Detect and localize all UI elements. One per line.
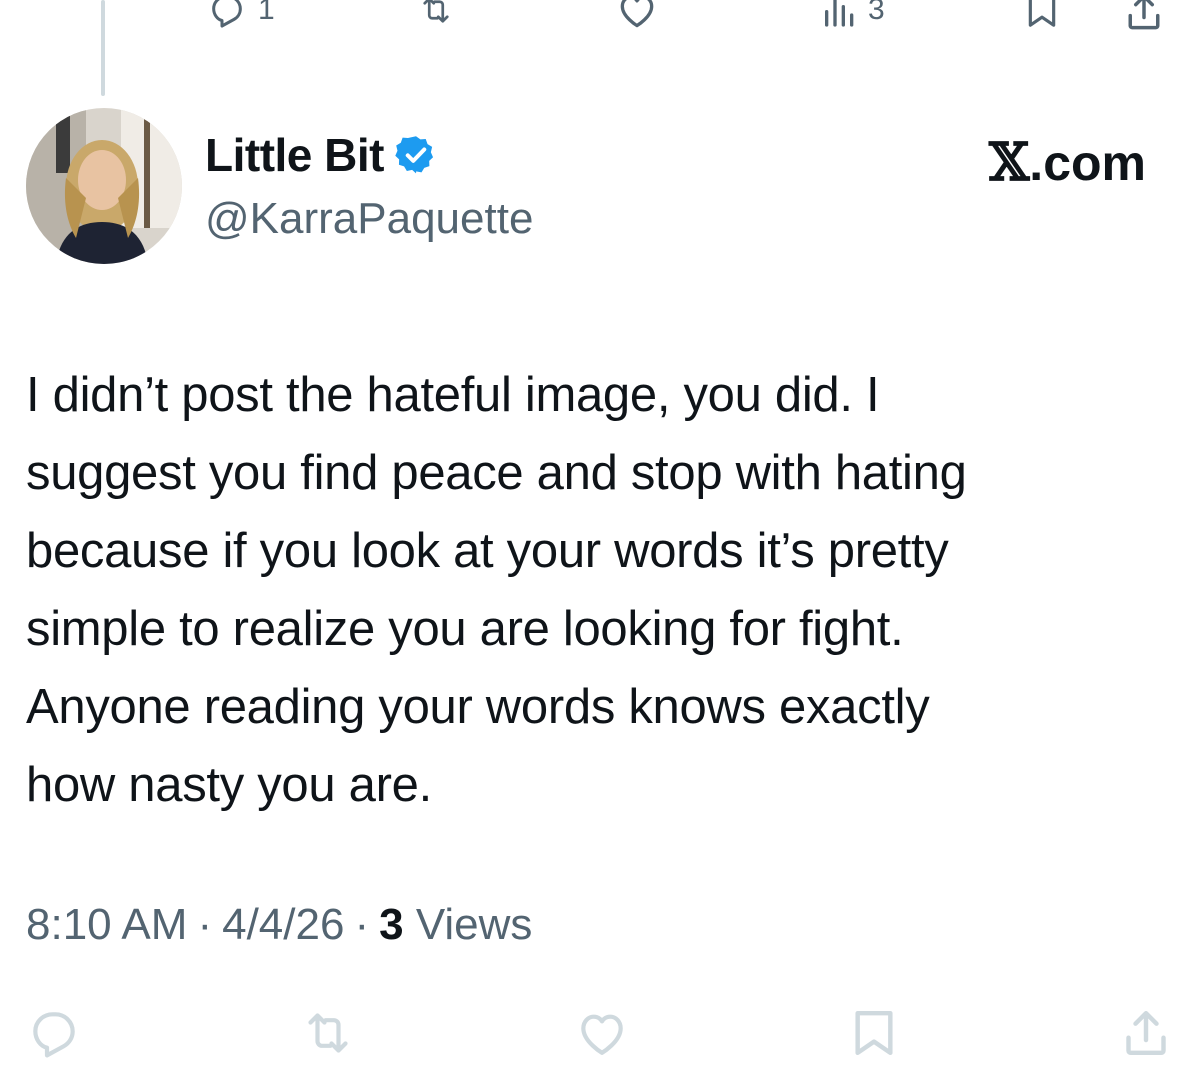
bookmark-action[interactable] <box>1022 0 1062 32</box>
author-name-row[interactable]: Little Bit <box>205 128 438 182</box>
bookmark-icon <box>855 1010 893 1056</box>
retweet-icon <box>423 0 449 23</box>
tweet-meta: 8:10 AM · 4/4/26 · 3 Views <box>26 900 532 950</box>
tweet-text: I didn’t post the hateful image, you did… <box>26 368 967 812</box>
reply-count: 1 <box>258 0 275 26</box>
tweet-time[interactable]: 8:10 AM <box>26 900 187 950</box>
share-icon <box>1126 1010 1166 1056</box>
author-display-name[interactable]: Little Bit <box>205 128 384 182</box>
avatar[interactable] <box>26 108 182 264</box>
author-handle[interactable]: @KarraPaquette <box>205 194 533 244</box>
reply-icon <box>33 1012 75 1058</box>
views-action[interactable]: 3 <box>820 0 885 30</box>
retweet-action-bottom[interactable] <box>300 1005 356 1066</box>
tweet-views-count: 3 <box>379 900 404 949</box>
like-action-bottom[interactable] <box>572 1005 632 1066</box>
meta-separator: · <box>354 900 370 949</box>
avatar-photo <box>26 108 182 264</box>
views-count: 3 <box>868 0 885 26</box>
reply-action-bottom[interactable] <box>26 1005 82 1066</box>
share-action[interactable] <box>1122 0 1166 34</box>
x-logo-icon: 𝕏 <box>988 132 1030 193</box>
like-icon <box>620 0 654 28</box>
share-icon <box>1128 0 1160 30</box>
thread-connector-line <box>101 0 105 96</box>
tweet-views-label: Views <box>415 900 533 949</box>
retweet-icon <box>308 1013 348 1053</box>
retweet-action[interactable] <box>412 0 460 28</box>
bookmark-icon <box>1028 0 1056 27</box>
bookmark-action-bottom[interactable] <box>846 1005 902 1066</box>
brand-suffix: .com <box>1029 135 1146 191</box>
meta-separator: · <box>197 900 213 949</box>
reply-action[interactable]: 1 <box>204 0 275 30</box>
share-action-bottom[interactable] <box>1118 1005 1174 1066</box>
reply-icon <box>212 0 242 28</box>
like-action[interactable] <box>612 0 662 32</box>
views-icon <box>825 0 854 27</box>
tweet-date[interactable]: 4/4/26 <box>222 900 344 950</box>
x-com-watermark: 𝕏 .com <box>989 132 1146 193</box>
like-icon <box>581 1014 623 1055</box>
verified-badge-icon <box>395 136 434 174</box>
